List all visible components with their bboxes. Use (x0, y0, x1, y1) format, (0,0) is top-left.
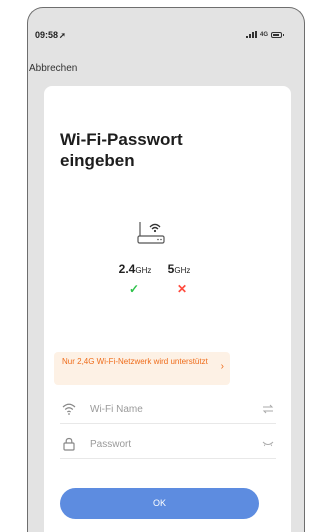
band-2-4ghz: 2.4GHz (115, 262, 155, 276)
battery-icon (271, 31, 284, 38)
status-bar: 09:58➚ 4G (28, 30, 304, 44)
chevron-right-icon: › (220, 361, 224, 372)
ok-button[interactable]: OK (60, 488, 259, 519)
status-time: 09:58➚ (35, 30, 66, 40)
wifi-icon (62, 403, 76, 415)
band-illustration: 2.4GHz 5GHz ✓ ✕ (44, 206, 291, 306)
status-right: 4G (245, 31, 284, 38)
band-warning-text: Nur 2,4G Wi-Fi-Netzwerk wird unterstützt (62, 357, 208, 366)
network-type: 4G (259, 31, 268, 38)
location-arrow-icon: ➚ (59, 31, 66, 40)
router-icon (137, 222, 165, 244)
wifi-name-field (60, 398, 276, 424)
page-title: Wi-Fi-Passwort eingeben (60, 130, 183, 170)
band-2-4ghz-unit: GHz (135, 266, 152, 275)
wifi-password-card: Wi-Fi-Passwort eingeben 2.4GHz 5GHz ✓ ✕ … (44, 86, 291, 532)
band-warning-banner[interactable]: Nur 2,4G Wi-Fi-Netzwerk wird unterstützt… (54, 352, 230, 385)
phone-frame: 09:58➚ 4G Abbrechen Wi-Fi-Passwort einge… (27, 7, 305, 532)
band-5ghz-unit: GHz (174, 266, 191, 275)
lock-icon (63, 437, 75, 451)
band-2-4ghz-value: 2.4 (118, 262, 136, 276)
password-input[interactable] (90, 436, 240, 452)
cancel-button[interactable]: Abbrechen (29, 63, 77, 74)
band-5ghz: 5GHz (159, 262, 199, 276)
password-field (60, 433, 276, 459)
status-time-text: 09:58 (35, 30, 59, 40)
check-icon: ✓ (129, 282, 140, 296)
signal-icon (245, 31, 257, 38)
wifi-name-input[interactable] (90, 401, 240, 417)
eye-closed-icon[interactable] (262, 439, 274, 449)
cross-icon: ✕ (177, 282, 188, 296)
switch-icon[interactable] (262, 404, 274, 414)
